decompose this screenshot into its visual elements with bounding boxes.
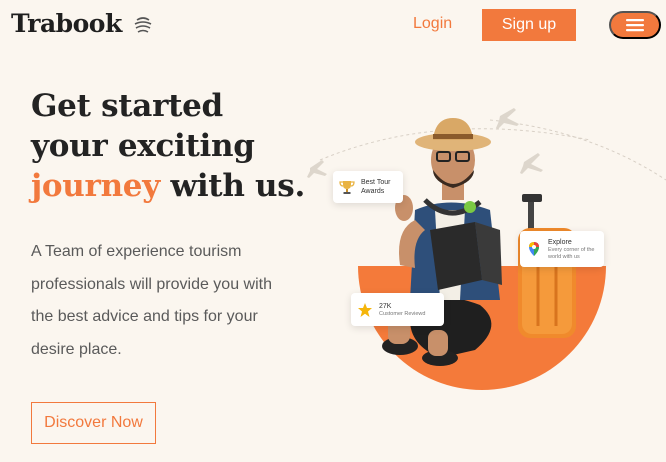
explore-subtitle: Every corner of the world with us [548, 246, 595, 260]
signup-button[interactable]: Sign up [482, 9, 576, 41]
brand-name: Trabook [11, 9, 122, 38]
stacked-lines-icon [132, 13, 154, 35]
hero-title-line2: your exciting [31, 128, 255, 164]
hero-title-rest: with us. [159, 168, 305, 204]
hero-illustration [290, 90, 666, 400]
best-tour-awards-card: Best Tour Awards [333, 171, 403, 203]
trophy-icon [339, 179, 355, 195]
awards-line1: Best Tour [361, 179, 391, 186]
login-link[interactable]: Login [413, 15, 452, 33]
hero-title-accent: journey [31, 168, 160, 204]
reviews-count: 27K [379, 302, 392, 310]
hero-title: Get started your exciting journey with u… [31, 86, 331, 206]
menu-button[interactable] [609, 11, 661, 39]
reviews-label: Customer Reviewd [379, 310, 426, 317]
map-pin-icon [526, 241, 542, 257]
hero-description: A Team of experience tourism professiona… [31, 243, 272, 358]
explore-card: Explore Every corner of the world with u… [520, 231, 604, 267]
awards-line2: Awards [361, 188, 385, 195]
discover-now-button[interactable]: Discover Now [31, 402, 156, 444]
brand-logo[interactable]: Trabook [11, 9, 154, 38]
star-icon [357, 302, 373, 318]
hamburger-icon [626, 18, 644, 32]
customer-reviews-card: 27K Customer Reviewd [351, 293, 444, 326]
explore-title: Explore [548, 238, 572, 246]
hero-title-line1: Get started [31, 88, 223, 124]
navbar: Trabook Login Sign up [0, 0, 666, 50]
